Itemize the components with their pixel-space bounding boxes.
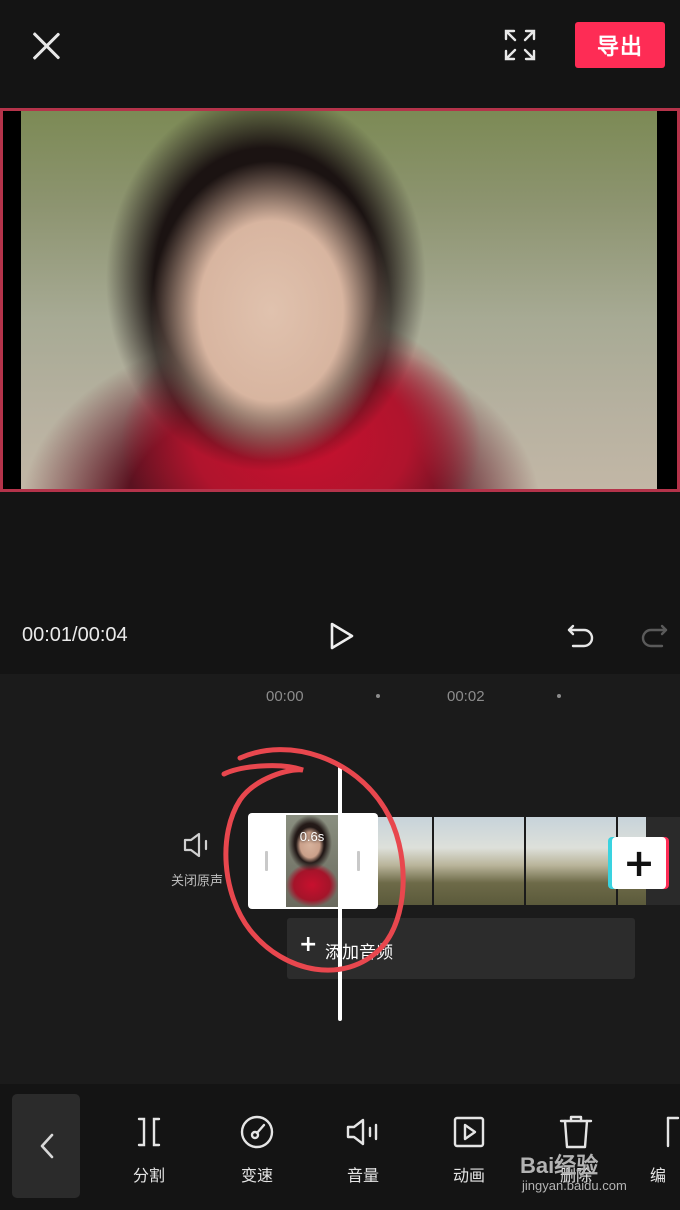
close-icon[interactable] xyxy=(28,28,64,64)
add-audio-label: 添加音频 xyxy=(325,943,393,963)
clip-duration: 0.6s xyxy=(299,829,325,844)
tool-volume[interactable]: 音量 xyxy=(321,1112,405,1192)
tool-animation[interactable]: 动画 xyxy=(427,1112,511,1192)
ruler-label: 00:00 xyxy=(266,688,304,705)
watermark-url: jingyan.baidu.com xyxy=(522,1178,627,1193)
plus-icon: + xyxy=(623,841,655,885)
mute-original-audio-button[interactable]: 关闭原声 xyxy=(160,824,234,894)
edit-icon xyxy=(664,1114,680,1150)
video-frame-image xyxy=(21,111,657,489)
volume-icon xyxy=(345,1114,381,1150)
timeline[interactable]: 00:00 00:02 关闭原声 0.6s + + 添加音频 xyxy=(0,674,680,1084)
watermark: Bai经验 jingyan.baidu.com xyxy=(520,1148,680,1198)
undo-icon[interactable] xyxy=(565,620,597,652)
mute-label: 关闭原声 xyxy=(170,874,223,889)
speaker-icon xyxy=(182,830,214,860)
tool-speed[interactable]: 变速 xyxy=(215,1112,299,1192)
animation-icon xyxy=(451,1114,487,1150)
ruler-dot xyxy=(376,694,380,698)
add-clip-button[interactable]: + xyxy=(612,837,666,889)
clip-thumbnail[interactable] xyxy=(434,817,524,905)
back-button[interactable] xyxy=(12,1094,80,1198)
tool-split[interactable]: 分割 xyxy=(107,1112,191,1192)
delete-icon xyxy=(558,1114,594,1150)
clip-thumbnail[interactable] xyxy=(378,817,432,905)
video-preview-area xyxy=(0,92,680,674)
trim-handle-left[interactable] xyxy=(265,851,268,871)
ruler-label: 00:02 xyxy=(447,688,485,705)
top-bar: 导出 xyxy=(0,0,680,92)
play-icon[interactable] xyxy=(327,620,357,652)
time-readout: 00:01/00:04 xyxy=(22,624,128,646)
split-icon xyxy=(131,1114,167,1150)
clip-thumbnail[interactable] xyxy=(526,817,616,905)
video-preview[interactable] xyxy=(0,108,680,492)
selected-clip[interactable]: 0.6s xyxy=(248,813,378,909)
redo-icon[interactable] xyxy=(638,620,670,652)
trim-handle-right[interactable] xyxy=(357,851,360,871)
watermark-brand: Bai经验 xyxy=(520,1153,599,1178)
speed-icon xyxy=(239,1114,275,1150)
tool-label: 变速 xyxy=(240,1166,273,1185)
tool-label: 动画 xyxy=(452,1166,485,1185)
tool-label: 分割 xyxy=(132,1166,165,1185)
plus-icon: + xyxy=(299,932,318,957)
playhead[interactable] xyxy=(338,766,342,1021)
chevron-left-icon xyxy=(36,1132,58,1160)
tool-label: 音量 xyxy=(346,1166,379,1185)
export-button[interactable]: 导出 xyxy=(575,22,665,68)
ruler-dot xyxy=(557,694,561,698)
fullscreen-icon[interactable] xyxy=(503,28,537,62)
